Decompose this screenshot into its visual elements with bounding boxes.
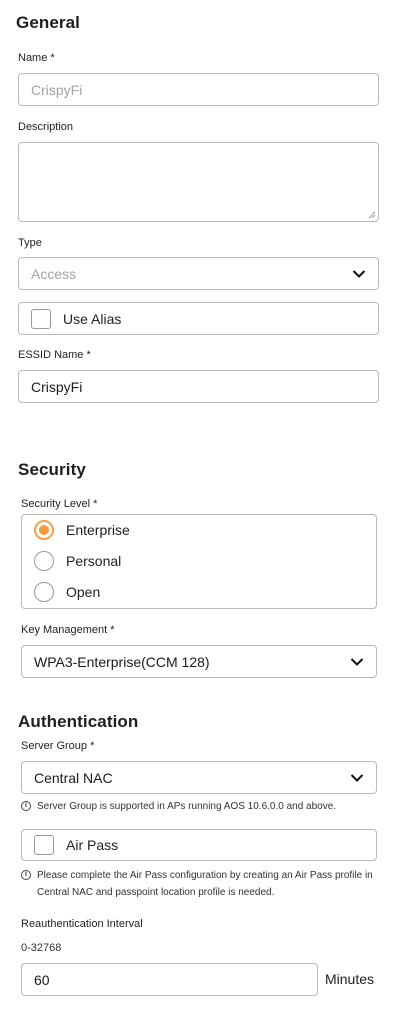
general-heading: General bbox=[16, 13, 81, 32]
reauth-unit: Minutes bbox=[325, 971, 375, 987]
key-management-select[interactable]: WPA3-Enterprise(CCM 128) bbox=[21, 645, 377, 678]
use-alias-checkbox[interactable] bbox=[31, 308, 51, 329]
air-pass-checkbox-row[interactable]: Air Pass bbox=[21, 829, 377, 861]
radio-open-indicator[interactable] bbox=[34, 582, 54, 602]
radio-personal-label: Personal bbox=[66, 553, 122, 569]
radio-open[interactable]: Open bbox=[34, 582, 100, 602]
authentication-heading: Authentication bbox=[18, 712, 139, 731]
security-level-radio-group: Enterprise Personal Open bbox=[21, 514, 377, 609]
essid-label: ESSID Name * bbox=[18, 349, 91, 361]
key-management-label: Key Management * bbox=[21, 624, 115, 636]
security-level-label: Security Level * bbox=[21, 498, 98, 510]
air-pass-note: i Please complete the Air Pass configura… bbox=[21, 867, 381, 901]
radio-open-label: Open bbox=[66, 584, 101, 600]
type-label: Type bbox=[18, 237, 42, 249]
use-alias-checkbox-row[interactable]: Use Alias bbox=[18, 302, 379, 335]
type-placeholder: Access bbox=[31, 265, 77, 282]
server-group-note: i Server Group is supported in APs runni… bbox=[21, 798, 381, 815]
chevron-down-icon bbox=[350, 773, 364, 782]
server-group-value: Central NAC bbox=[34, 769, 113, 786]
reauth-range: 0-32768 bbox=[21, 942, 62, 954]
server-group-note-text: Server Group is supported in APs running… bbox=[37, 801, 337, 812]
use-alias-label: Use Alias bbox=[63, 310, 122, 327]
description-textarea[interactable] bbox=[18, 142, 379, 222]
chevron-down-icon bbox=[352, 269, 366, 278]
description-label: Description bbox=[18, 121, 74, 133]
info-icon: i bbox=[21, 801, 31, 811]
name-placeholder: CrispyFi bbox=[31, 81, 83, 98]
chevron-down-icon bbox=[350, 657, 364, 666]
reauth-interval-input[interactable]: 60 bbox=[21, 963, 318, 996]
air-pass-checkbox[interactable] bbox=[34, 835, 54, 855]
reauth-interval-label: Reauthentication Interval bbox=[21, 918, 143, 930]
radio-enterprise-label: Enterprise bbox=[66, 522, 130, 538]
type-select[interactable]: Access bbox=[18, 257, 379, 290]
resize-grip-icon[interactable] bbox=[368, 211, 376, 219]
reauth-interval-value: 60 bbox=[34, 971, 50, 988]
essid-value: CrispyFi bbox=[31, 378, 83, 395]
air-pass-label: Air Pass bbox=[66, 837, 119, 853]
essid-input[interactable]: CrispyFi bbox=[18, 370, 379, 403]
security-heading: Security bbox=[18, 460, 86, 479]
server-group-select[interactable]: Central NAC bbox=[21, 761, 377, 794]
key-management-value: WPA3-Enterprise(CCM 128) bbox=[34, 653, 210, 670]
server-group-label: Server Group * bbox=[21, 740, 95, 752]
radio-enterprise[interactable]: Enterprise bbox=[34, 520, 130, 540]
radio-enterprise-indicator[interactable] bbox=[34, 520, 54, 540]
name-label: Name * bbox=[18, 52, 55, 64]
info-icon: i bbox=[21, 870, 31, 880]
radio-personal[interactable]: Personal bbox=[34, 551, 121, 571]
radio-personal-indicator[interactable] bbox=[34, 551, 54, 571]
name-input[interactable]: CrispyFi bbox=[18, 73, 379, 106]
air-pass-note-text: Please complete the Air Pass configurati… bbox=[37, 870, 373, 898]
